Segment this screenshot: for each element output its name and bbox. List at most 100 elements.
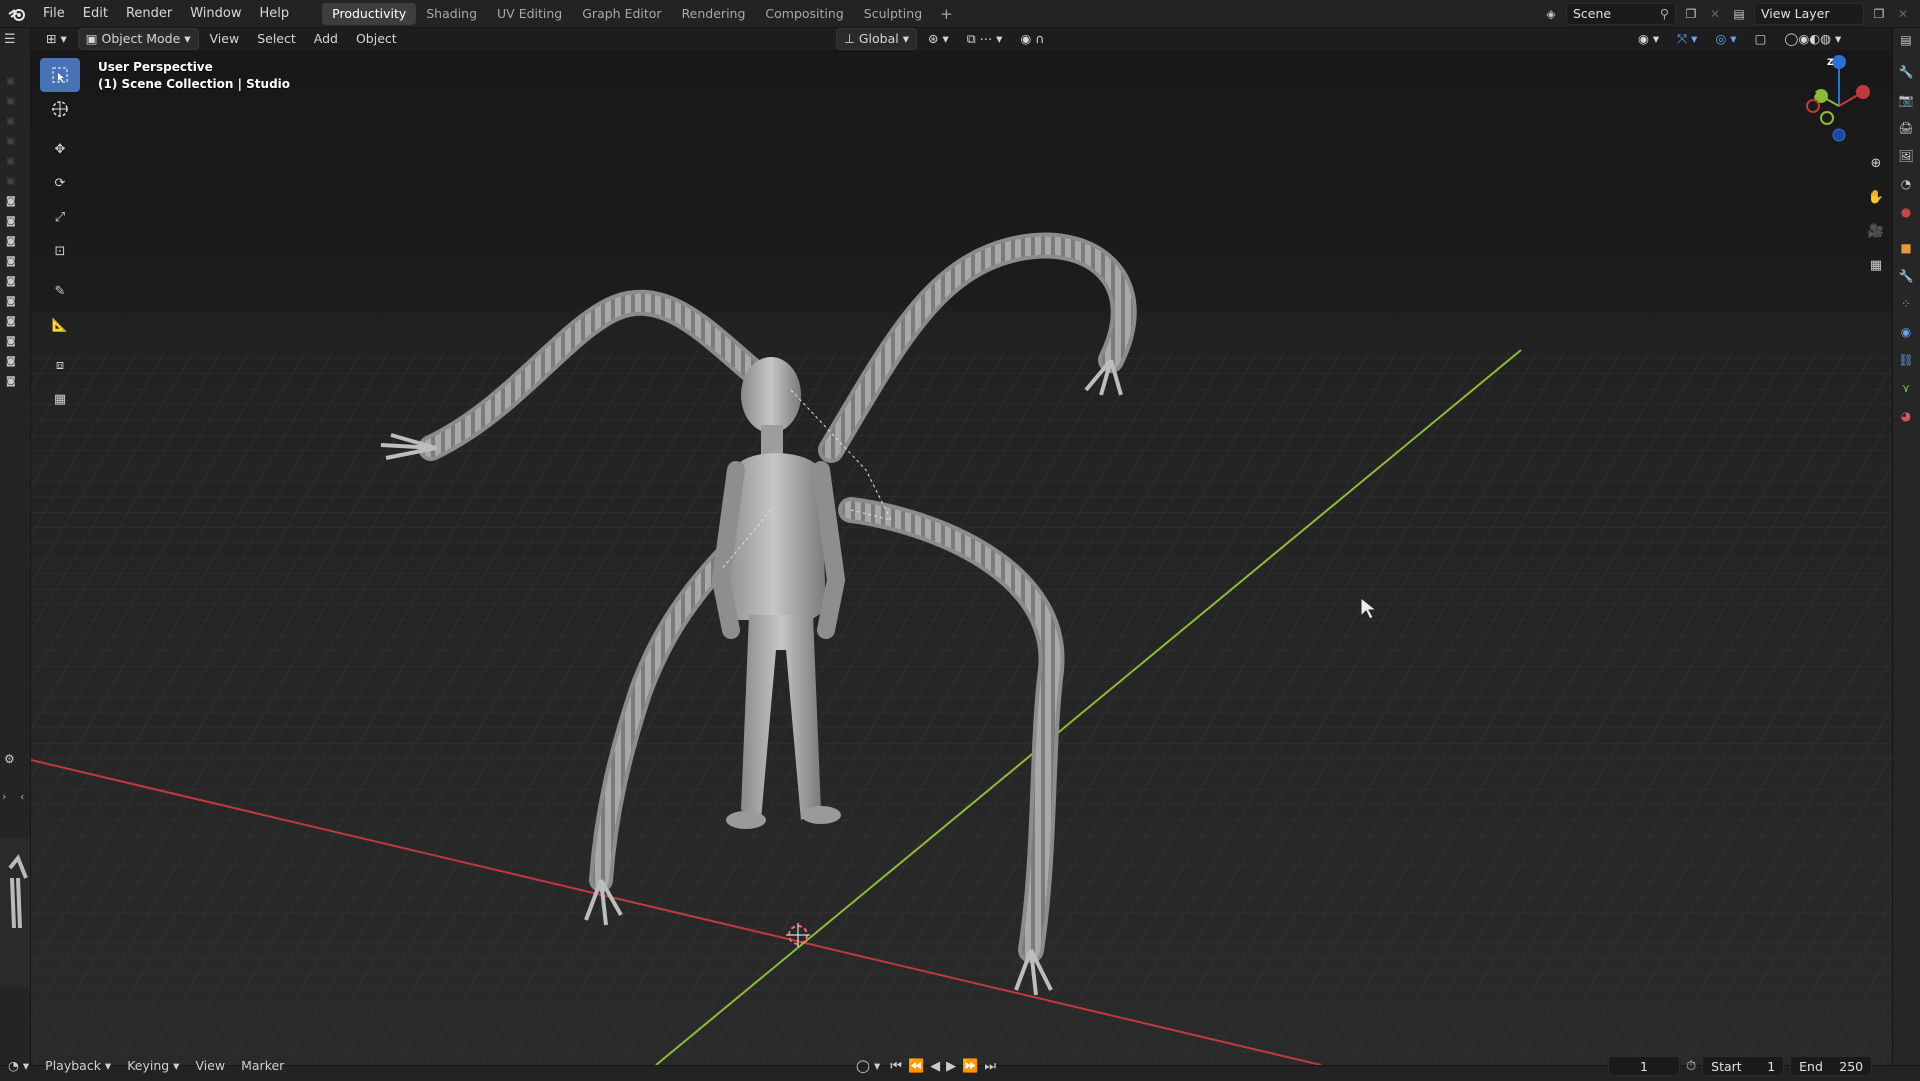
camera-icon[interactable]: ▣: [6, 76, 20, 88]
tool-properties-icon[interactable]: 🔧: [1898, 64, 1914, 80]
jump-keyframe-forward-icon[interactable]: ⏩: [962, 1059, 978, 1074]
properties-editor-icon[interactable]: ⚙: [4, 752, 26, 770]
annotate-tool-icon[interactable]: ✎: [40, 274, 80, 308]
timeline-editor-type-icon[interactable]: ◔ ▾: [0, 1056, 37, 1076]
menu-object[interactable]: Object: [349, 29, 404, 49]
render-properties-icon[interactable]: 📷: [1898, 92, 1914, 108]
camera-view-icon[interactable]: 🎥: [1862, 218, 1890, 244]
xray-toggle-icon[interactable]: ▢: [1748, 29, 1774, 49]
camera-icon[interactable]: ▣: [6, 136, 20, 148]
select-box-tool-icon[interactable]: [40, 58, 80, 92]
camera-icon[interactable]: ◙: [6, 316, 20, 328]
pan-hand-icon[interactable]: ✋: [1862, 184, 1890, 210]
menu-timeline-view[interactable]: View: [187, 1056, 233, 1076]
camera-icon[interactable]: ▣: [6, 96, 20, 108]
material-properties-icon[interactable]: ◕: [1898, 408, 1914, 424]
play-icon[interactable]: ▶: [946, 1059, 956, 1074]
overlay-toggle-icon[interactable]: ◎ ▾: [1708, 29, 1743, 49]
object-properties-icon[interactable]: ■: [1898, 240, 1914, 256]
shading-modes[interactable]: ◯◉◐◍ ▾: [1777, 29, 1848, 49]
camera-icon[interactable]: ◙: [6, 196, 20, 208]
menu-add[interactable]: Add: [307, 29, 345, 49]
menu-view[interactable]: View: [203, 29, 247, 49]
camera-icon[interactable]: ◙: [6, 236, 20, 248]
play-reverse-icon[interactable]: ◀: [930, 1059, 940, 1074]
camera-icon[interactable]: ◙: [6, 296, 20, 308]
orientation-dropdown[interactable]: ⊥ Global ▾: [836, 28, 917, 50]
gizmo-toggle-icon[interactable]: ⤧ ▾: [1670, 29, 1704, 49]
scene-selector-icon[interactable]: ◈: [1542, 5, 1560, 23]
menu-file[interactable]: File: [34, 3, 74, 25]
scale-tool-icon[interactable]: ⤢: [40, 200, 80, 234]
menu-help[interactable]: Help: [251, 3, 299, 25]
end-frame-field[interactable]: End 250: [1790, 1056, 1873, 1076]
current-frame-field[interactable]: 1: [1608, 1056, 1680, 1076]
cursor-tool-icon[interactable]: [40, 92, 80, 126]
world-properties-icon[interactable]: ●: [1898, 204, 1914, 220]
jump-start-icon[interactable]: ⏮: [890, 1059, 902, 1074]
camera-icon[interactable]: ◙: [6, 276, 20, 288]
new-view-layer-icon[interactable]: ❐: [1870, 5, 1888, 23]
proportional-edit-icon[interactable]: ◉ ∩: [1013, 29, 1051, 49]
move-tool-icon[interactable]: ✥: [40, 132, 80, 166]
camera-icon[interactable]: ◙: [6, 376, 20, 388]
delete-scene-icon[interactable]: ✕: [1706, 5, 1724, 23]
camera-icon[interactable]: ◙: [6, 356, 20, 368]
expand-left-icon[interactable]: ›: [2, 790, 6, 803]
constraints-properties-icon[interactable]: ⛓: [1898, 352, 1914, 368]
object-mode-dropdown[interactable]: ▣ Object Mode ▾: [77, 28, 199, 50]
collapse-icon[interactable]: ‹: [20, 790, 24, 803]
camera-icon[interactable]: ▣: [6, 116, 20, 128]
tab-compositing[interactable]: Compositing: [755, 3, 853, 25]
view-layer-properties-icon[interactable]: 🖼: [1898, 148, 1914, 164]
new-scene-icon[interactable]: ❐: [1682, 5, 1700, 23]
menu-edit[interactable]: Edit: [74, 3, 117, 25]
jump-end-icon[interactable]: ⏭: [984, 1059, 996, 1074]
menu-playback[interactable]: Playback ▾: [37, 1056, 119, 1076]
menu-select[interactable]: Select: [250, 29, 303, 49]
visibility-icon[interactable]: ◉ ▾: [1631, 29, 1666, 49]
camera-icon[interactable]: ▣: [6, 176, 20, 188]
physics-properties-icon[interactable]: ◉: [1898, 324, 1914, 340]
measure-tool-icon[interactable]: 📐: [40, 308, 80, 342]
tab-graph-editor[interactable]: Graph Editor: [572, 3, 671, 25]
jump-keyframe-back-icon[interactable]: ⏪: [908, 1059, 924, 1074]
camera-icon[interactable]: ◙: [6, 256, 20, 268]
start-frame-field[interactable]: Start 1: [1702, 1056, 1785, 1076]
menu-marker[interactable]: Marker: [233, 1056, 292, 1076]
add-cube-tool-icon[interactable]: ⧈: [40, 348, 80, 382]
add-workspace-button[interactable]: +: [932, 5, 961, 23]
view-layer-field[interactable]: View Layer: [1754, 3, 1864, 25]
snap-icon[interactable]: ⧉ ⋯ ▾: [960, 29, 1010, 49]
auto-keying-icon[interactable]: ◯ ▾: [852, 1056, 884, 1076]
modifier-properties-icon[interactable]: 🔧: [1898, 268, 1914, 284]
tab-rendering[interactable]: Rendering: [672, 3, 756, 25]
pin-icon[interactable]: ⚲: [1660, 3, 1669, 25]
data-properties-icon[interactable]: ⋎: [1898, 380, 1914, 396]
tab-shading[interactable]: Shading: [416, 3, 487, 25]
camera-icon[interactable]: ◙: [6, 336, 20, 348]
camera-icon[interactable]: ▣: [6, 156, 20, 168]
add-object-tool-icon[interactable]: ▦: [40, 382, 80, 416]
menu-render[interactable]: Render: [117, 3, 181, 25]
camera-icon[interactable]: ◙: [6, 216, 20, 228]
output-properties-icon[interactable]: 🖨: [1898, 120, 1914, 136]
particles-properties-icon[interactable]: ⁘: [1898, 296, 1914, 312]
perspective-toggle-icon[interactable]: ▦: [1862, 252, 1890, 278]
3d-viewport[interactable]: User Perspective (1) Scene Collection | …: [31, 50, 1893, 1065]
properties-editor-type-icon[interactable]: ▤: [1898, 32, 1914, 48]
pivot-icon[interactable]: ⊛ ▾: [921, 29, 956, 49]
blender-logo-icon[interactable]: [0, 0, 34, 28]
menu-keying[interactable]: Keying ▾: [119, 1056, 187, 1076]
tab-sculpting[interactable]: Sculpting: [854, 3, 932, 25]
tab-uv-editing[interactable]: UV Editing: [487, 3, 572, 25]
transform-tool-icon[interactable]: ⊡: [40, 234, 80, 268]
menu-window[interactable]: Window: [181, 3, 250, 25]
delete-view-layer-icon[interactable]: ✕: [1894, 5, 1912, 23]
stopwatch-icon[interactable]: ⏱: [1686, 1059, 1696, 1074]
view-layer-selector-icon[interactable]: ▤: [1730, 5, 1748, 23]
tab-productivity[interactable]: Productivity: [322, 2, 417, 25]
zoom-icon[interactable]: ⊕: [1862, 150, 1890, 176]
scene-field[interactable]: Scene ⚲: [1566, 3, 1676, 25]
scene-properties-icon[interactable]: ◔: [1898, 176, 1914, 192]
